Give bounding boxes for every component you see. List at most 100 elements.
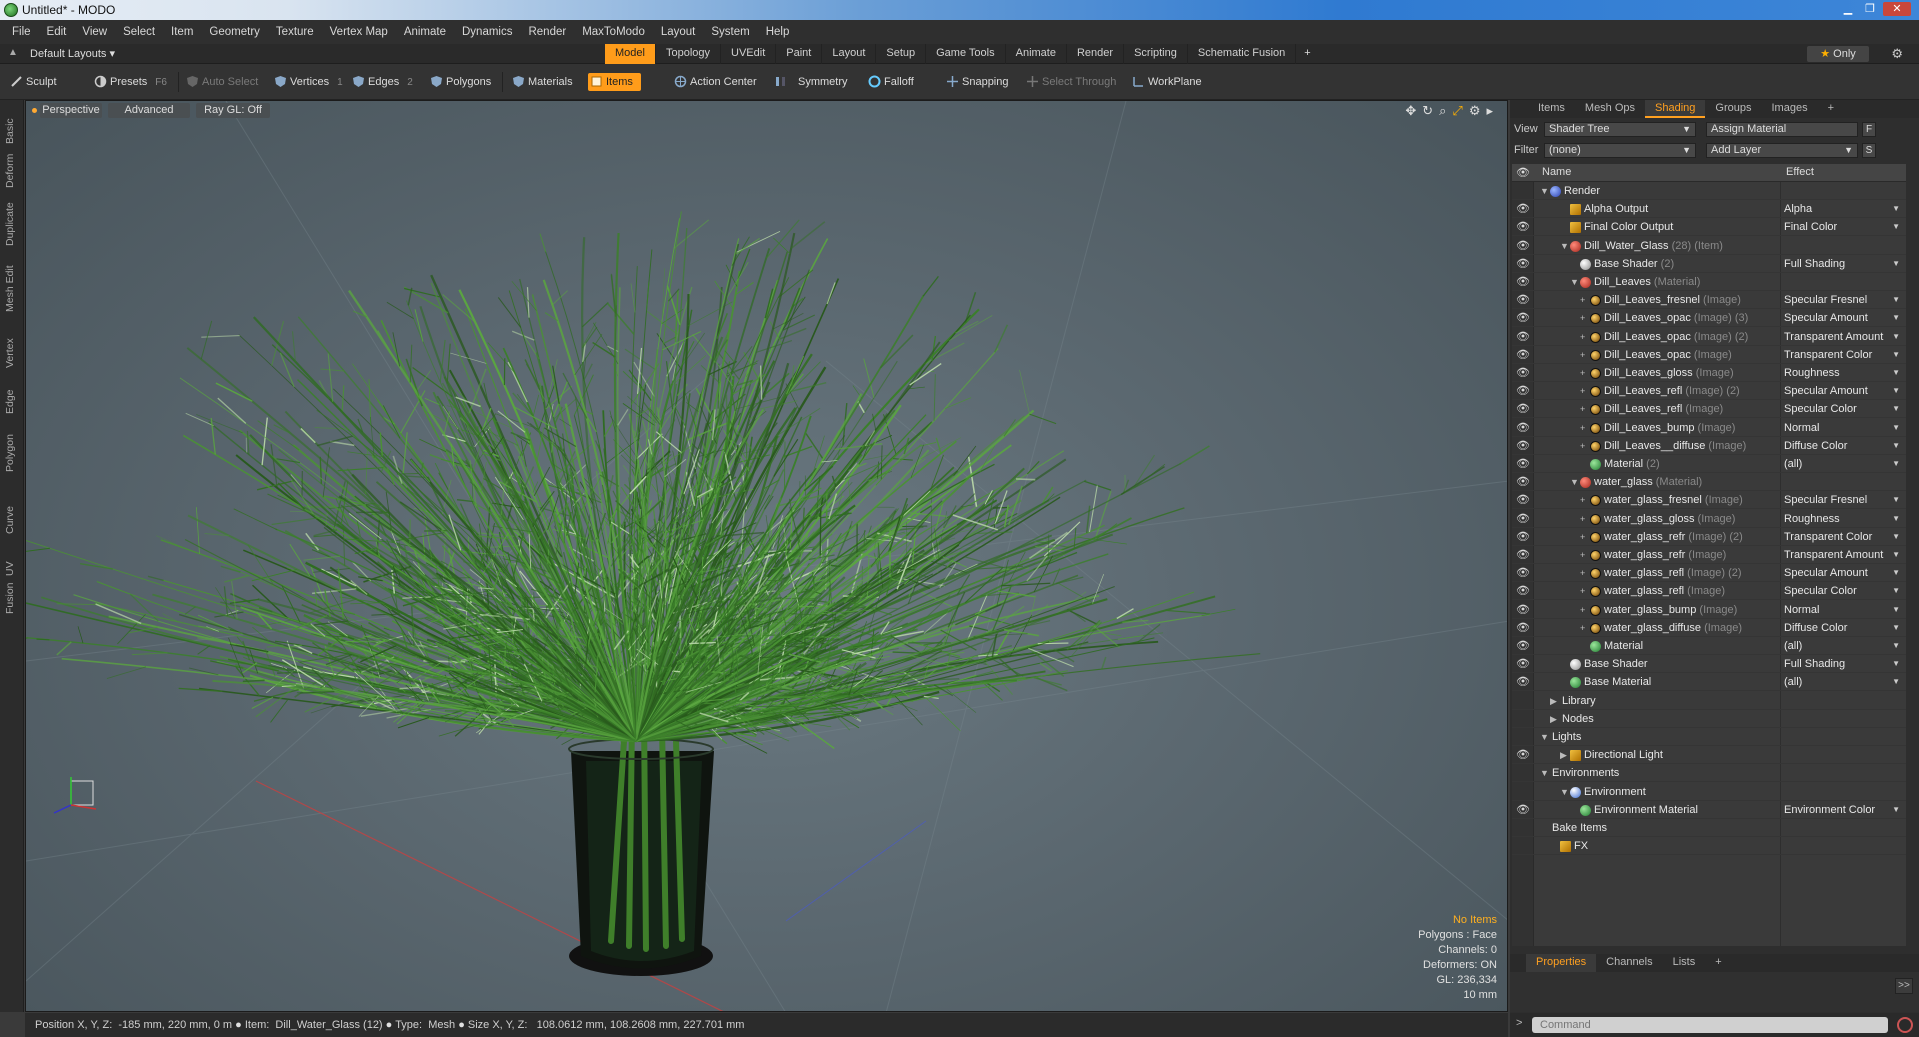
side-tab-uv[interactable]: UV (4, 561, 16, 576)
layer-effect[interactable]: (all) ▼ (1784, 455, 1904, 473)
tree-row[interactable]: 👁 Base Shader Full Shading ▼ (1512, 655, 1906, 674)
visibility-eye-icon[interactable]: 👁 (1516, 455, 1530, 473)
visibility-eye-icon[interactable]: 👁 (1516, 491, 1530, 509)
panel-tab-shading[interactable]: Shading (1645, 100, 1706, 118)
visibility-eye-icon[interactable]: 👁 (1516, 328, 1530, 346)
tree-row[interactable]: 👁 + Dill_Leaves_fresnel (Image) Specular Fr… (1512, 291, 1906, 310)
expand-toggle-icon[interactable]: + (1580, 528, 1585, 546)
tree-row[interactable]: 👁 + water_glass_refr (Image) (2) Transparen… (1512, 528, 1906, 546)
menu-texture[interactable]: Texture (268, 26, 322, 38)
tree-row[interactable]: 👁 + water_glass_refl (Image) Specular Color… (1512, 582, 1906, 601)
tree-row[interactable]: 👁 + Dill_Leaves_bump (Image) Normal ▼ (1512, 419, 1906, 437)
layer-effect[interactable]: (all) ▼ (1784, 673, 1904, 691)
expand-toggle-icon[interactable]: ▶ (1560, 746, 1567, 764)
layout-tab-uvedit[interactable]: UVEdit (721, 44, 777, 64)
layer-effect[interactable]: Roughness ▼ (1784, 364, 1904, 382)
layer-effect[interactable]: Roughness ▼ (1784, 510, 1904, 528)
3d-viewport[interactable]: Perspective Advanced Ray GL: Off ✥ ↻ ⌕ ⤢… (25, 100, 1508, 1012)
f-button[interactable]: F (1862, 122, 1876, 137)
visibility-eye-icon[interactable]: 👁 (1516, 273, 1530, 291)
bottom-tab-properties[interactable]: Properties (1526, 954, 1597, 972)
visibility-eye-icon[interactable]: 👁 (1516, 637, 1530, 655)
visibility-eye-icon[interactable]: 👁 (1516, 255, 1530, 273)
tree-row[interactable]: 👁 + water_glass_refr (Image) Transparent Am… (1512, 546, 1906, 564)
tree-row[interactable]: 👁 + Dill_Leaves_refl (Image) Specular Color… (1512, 400, 1906, 419)
visibility-eye-icon[interactable]: 👁 (1516, 291, 1530, 309)
tree-row[interactable]: 👁 + Dill_Leaves_opac (Image) (2) Transparen… (1512, 328, 1906, 346)
visibility-eye-icon[interactable]: 👁 (1516, 655, 1530, 673)
tree-row[interactable]: 👁 Material (all) ▼ (1512, 637, 1906, 655)
layer-effect[interactable]: Specular Fresnel ▼ (1784, 291, 1904, 309)
visibility-eye-icon[interactable]: 👁 (1516, 510, 1530, 528)
menu-system[interactable]: System (703, 26, 757, 38)
layer-effect[interactable]: Transparent Color ▼ (1784, 528, 1904, 546)
assign-material-button[interactable]: Assign Material (1706, 122, 1858, 137)
tree-row[interactable]: 👁 + Dill_Leaves_opac (Image) Transparent Co… (1512, 346, 1906, 364)
expand-toggle-icon[interactable]: + (1580, 437, 1585, 455)
side-tab-edge[interactable]: Edge (4, 389, 16, 414)
layer-effect[interactable]: Transparent Amount ▼ (1784, 328, 1904, 346)
layer-effect[interactable]: Environment Color ▼ (1784, 801, 1904, 819)
layer-effect[interactable]: Specular Amount ▼ (1784, 382, 1904, 400)
viewport-options-dot[interactable] (32, 108, 37, 113)
vertices-button[interactable]: Vertices 1 (272, 73, 343, 91)
panel-tab-mesh-ops[interactable]: Mesh Ops (1575, 100, 1645, 118)
zoom-view-icon[interactable]: ⌕ (1439, 103, 1446, 119)
visibility-eye-icon[interactable]: 👁 (1516, 346, 1530, 364)
bottom-tab-lists[interactable]: Lists (1663, 954, 1706, 972)
tree-row[interactable]: 👁 ▼ water_glass (Material) (1512, 473, 1906, 492)
tree-row[interactable]: 👁 + Dill_Leaves_gloss (Image) Roughness ▼ (1512, 364, 1906, 382)
layer-effect[interactable]: Specular Color ▼ (1784, 400, 1904, 418)
layout-tab-schematic-fusion[interactable]: Schematic Fusion (1188, 44, 1297, 64)
presets-button[interactable]: Presets F6 (92, 73, 167, 91)
side-tab-mesh-edit[interactable]: Mesh Edit (4, 265, 16, 312)
command-input[interactable] (1532, 1017, 1888, 1033)
tree-row[interactable]: Bake Items (1512, 819, 1906, 837)
layout-tab-animate[interactable]: Animate (1006, 44, 1067, 64)
viewport-gear-icon[interactable]: ⚙ (1469, 103, 1481, 119)
expand-toggle-icon[interactable]: ▶ (1550, 710, 1557, 728)
expand-toggle-icon[interactable]: + (1580, 601, 1585, 619)
filter-select[interactable]: (none) ▼ (1544, 143, 1696, 158)
visibility-eye-icon[interactable]: 👁 (1516, 200, 1530, 218)
layer-effect[interactable]: Diffuse Color ▼ (1784, 437, 1904, 455)
menu-item[interactable]: Item (163, 26, 201, 38)
expand-toggle-icon[interactable]: ▼ (1560, 237, 1569, 255)
shading-mode-button[interactable]: Advanced (108, 103, 190, 118)
menu-select[interactable]: Select (115, 26, 163, 38)
tree-row[interactable]: 👁 Material (2) (all) ▼ (1512, 455, 1906, 473)
layer-effect[interactable]: Transparent Amount ▼ (1784, 546, 1904, 564)
tree-row[interactable]: 👁 + water_glass_refl (Image) (2) Specular A… (1512, 564, 1906, 583)
tree-row[interactable]: 👁 ▼ Dill_Water_Glass (28) (Item) (1512, 237, 1906, 255)
menu-view[interactable]: View (74, 26, 115, 38)
expand-toggle-icon[interactable]: + (1580, 328, 1585, 346)
tree-row[interactable]: 👁 Alpha Output Alpha ▼ (1512, 200, 1906, 219)
layer-effect[interactable]: Specular Amount ▼ (1784, 564, 1904, 582)
side-tab-polygon[interactable]: Polygon (4, 434, 16, 472)
menu-help[interactable]: Help (758, 26, 798, 38)
expand-toggle-icon[interactable]: + (1580, 309, 1585, 327)
side-tab-vertex[interactable]: Vertex (4, 338, 16, 368)
expand-toggle-icon[interactable]: ▼ (1540, 728, 1549, 746)
expand-toggle-icon[interactable]: + (1580, 382, 1585, 400)
menu-edit[interactable]: Edit (39, 26, 75, 38)
layout-tab-layout[interactable]: Layout (822, 44, 877, 64)
expand-toggle-icon[interactable]: ▶ (1550, 692, 1557, 710)
s-button[interactable]: S (1862, 143, 1876, 158)
expand-toggle-icon[interactable]: ▼ (1540, 764, 1549, 782)
name-column-header[interactable]: Name (1542, 166, 1571, 178)
tree-row[interactable]: 👁 + water_glass_fresnel (Image) Specular Fr… (1512, 491, 1906, 510)
tree-row[interactable]: 👁 Final Color Output Final Color ▼ (1512, 218, 1906, 237)
side-tab-curve[interactable]: Curve (4, 506, 16, 534)
tree-row[interactable]: ▼ Render (1512, 182, 1906, 200)
layout-tab-topology[interactable]: Topology (656, 44, 722, 64)
layer-effect[interactable]: Transparent Color ▼ (1784, 346, 1904, 364)
add-panel-tab-button[interactable]: + (1818, 100, 1844, 118)
layer-effect[interactable]: Specular Fresnel ▼ (1784, 491, 1904, 509)
tree-row[interactable]: ▼ Environment (1512, 783, 1906, 801)
layout-tab-model[interactable]: Model (605, 44, 656, 64)
tree-row[interactable]: 👁 Base Shader (2) Full Shading ▼ (1512, 255, 1906, 273)
action-center-button[interactable]: Action Center (672, 73, 757, 91)
add-layout-tab-button[interactable]: + (1296, 44, 1318, 64)
layout-tab-setup[interactable]: Setup (876, 44, 927, 64)
